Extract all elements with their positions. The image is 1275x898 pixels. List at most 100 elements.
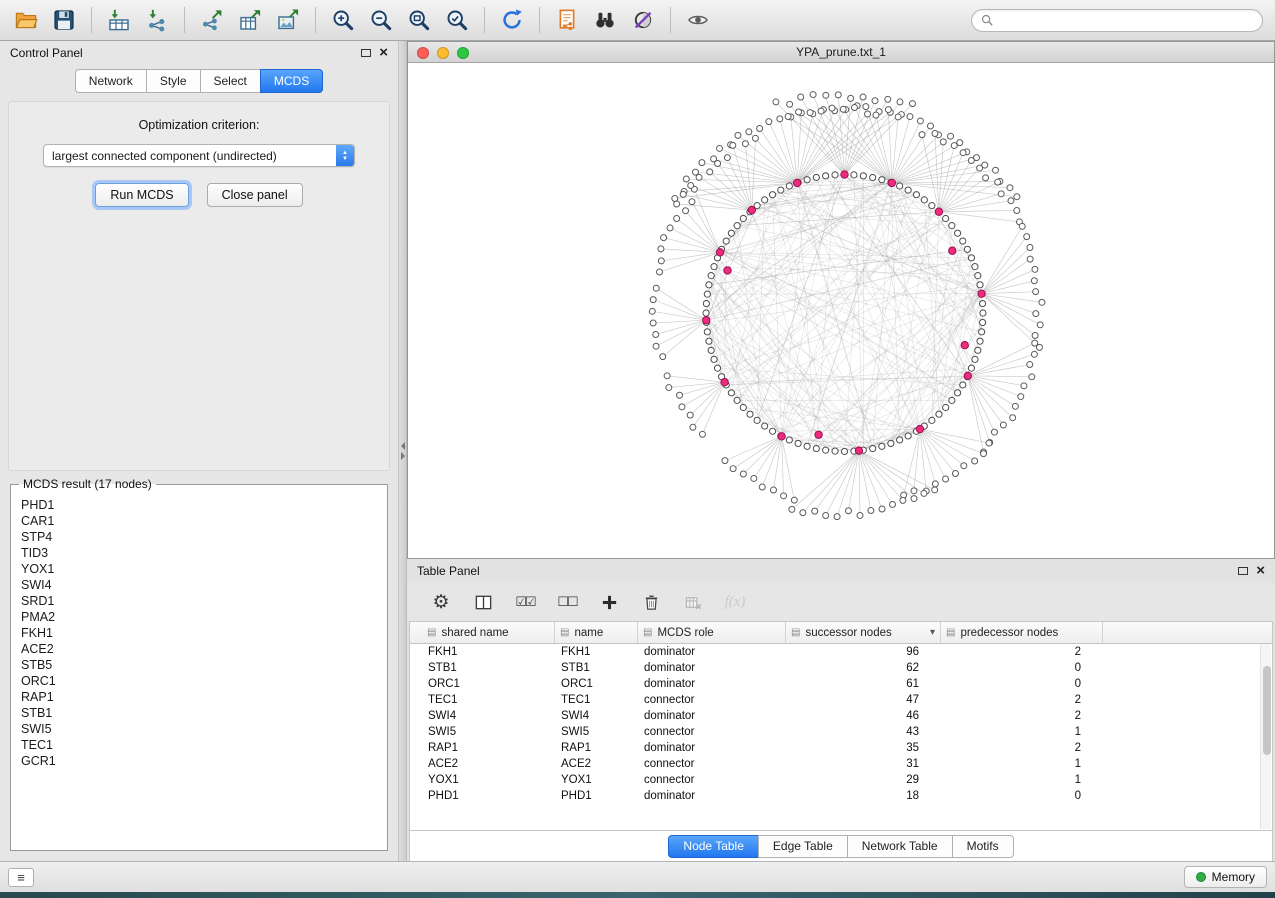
search-network-icon [593,8,617,32]
table-cell: 35 [786,742,941,754]
mcds-result-item[interactable]: STB5 [21,657,377,673]
window-close-icon[interactable] [417,47,429,59]
tab-select[interactable]: Select [200,69,261,93]
search-network-button[interactable] [587,4,623,36]
mcds-result-item[interactable]: ORC1 [21,673,377,689]
tab-network-table[interactable]: Network Table [847,835,953,858]
export-network-button[interactable] [194,4,230,36]
mcds-result-item[interactable]: TEC1 [21,737,377,753]
zoom-in-icon [331,8,355,32]
tab-node-table[interactable]: Node Table [668,835,759,858]
float-window-icon[interactable] [1238,567,1248,575]
tab-network[interactable]: Network [75,69,147,93]
table-row[interactable]: ACE2ACE2connector311 [422,756,1272,772]
tab-edge-table[interactable]: Edge Table [758,835,848,858]
export-image-button[interactable] [270,4,306,36]
table-cell: YOX1 [422,774,555,786]
column-attribute-icon: ▤ [946,627,955,638]
column-header-MCDS-role[interactable]: ▤MCDS role [638,622,786,643]
deselect-all-button[interactable]: ☐☐ [555,590,579,614]
table-row[interactable]: PHD1PHD1dominator180 [422,788,1272,804]
table-cell: 1 [941,758,1103,770]
status-menu-button[interactable]: ≡ [8,868,34,887]
mcds-result-item[interactable]: PHD1 [21,497,377,513]
mcds-result-item[interactable]: RAP1 [21,689,377,705]
export-table-button[interactable] [232,4,268,36]
search-box[interactable] [971,9,1263,32]
mcds-result-list[interactable]: PHD1CAR1STP4TID3YOX1SWI4SRD1PMA2FKH1ACE2… [13,493,385,773]
table-settings-button[interactable]: ⚙ [429,590,453,614]
zoom-selected-button[interactable] [439,4,475,36]
delete-table-button[interactable] [681,590,705,614]
window-maximize-icon[interactable] [457,47,469,59]
window-minimize-icon[interactable] [437,47,449,59]
table-scrollbar[interactable] [1260,644,1271,829]
hide-selected-button[interactable] [625,4,661,36]
mcds-result-item[interactable]: SWI5 [21,721,377,737]
mcds-result-item[interactable]: TID3 [21,545,377,561]
column-header-name[interactable]: ▤name [555,622,638,643]
table-panel-title: Table Panel [417,564,480,578]
zoom-fit-button[interactable] [401,4,437,36]
table-cell: 43 [786,726,941,738]
column-header-successor-nodes[interactable]: ▤successor nodes▾ [786,622,941,643]
run-mcds-button[interactable]: Run MCDS [95,183,188,207]
mcds-result-item[interactable]: STP4 [21,529,377,545]
select-all-button[interactable]: ☑☑ [513,590,537,614]
mcds-result-item[interactable]: SRD1 [21,593,377,609]
table-cell: dominator [638,678,786,690]
function-builder-button[interactable]: f(x) [723,590,747,614]
mcds-result-item[interactable]: STB1 [21,705,377,721]
optimization-criterion-dropdown[interactable]: largest connected component (undirected)… [43,144,355,167]
add-column-button[interactable] [597,590,621,614]
mcds-result-item[interactable]: YOX1 [21,561,377,577]
table-row[interactable]: STB1STB1dominator620 [422,660,1272,676]
mcds-result-item[interactable]: PMA2 [21,609,377,625]
tab-style[interactable]: Style [146,69,201,93]
mcds-result-item[interactable]: SWI4 [21,577,377,593]
mcds-result-item[interactable]: FKH1 [21,625,377,641]
network-canvas[interactable] [408,63,1274,558]
table-row[interactable]: RAP1RAP1dominator352 [422,740,1272,756]
panel-splitter[interactable] [399,41,407,861]
close-panel-button[interactable]: Close panel [207,183,303,207]
column-header-predecessor-nodes[interactable]: ▤predecessor nodes [941,622,1103,643]
collapse-left-icon[interactable] [401,442,405,450]
save-session-button[interactable] [46,4,82,36]
close-panel-icon[interactable]: × [1256,566,1265,576]
open-session-button[interactable] [8,4,44,36]
mcds-result-item[interactable]: ACE2 [21,641,377,657]
zoom-out-button[interactable] [363,4,399,36]
table-row[interactable]: SWI4SWI4dominator462 [422,708,1272,724]
mcds-result-item[interactable]: GCR1 [21,753,377,769]
mcds-result-item[interactable]: CAR1 [21,513,377,529]
memory-button[interactable]: Memory [1184,866,1267,888]
table-row[interactable]: FKH1FKH1dominator962 [422,644,1272,660]
sort-chevron-icon[interactable]: ▾ [930,627,935,638]
table-row[interactable]: TEC1TEC1connector472 [422,692,1272,708]
collapse-right-icon[interactable] [401,452,405,460]
float-window-icon[interactable] [361,49,371,57]
dropdown-stepper-icon[interactable]: ▲▼ [336,145,354,166]
network-canvas-svg[interactable] [408,63,1274,558]
table-row[interactable]: YOX1YOX1connector291 [422,772,1272,788]
network-window-titlebar[interactable]: YPA_prune.txt_1 [408,42,1274,63]
show-columns-button[interactable] [471,590,495,614]
clone-network-button[interactable] [549,4,585,36]
import-table-button[interactable] [101,4,137,36]
table-cell: TEC1 [422,694,555,706]
tab-mcds[interactable]: MCDS [260,69,323,93]
table-cell: SWI5 [555,726,638,738]
column-header-shared-name[interactable]: ▤shared name [422,622,555,643]
zoom-in-button[interactable] [325,4,361,36]
scrollbar-thumb[interactable] [1263,666,1271,755]
search-input[interactable] [999,13,1253,27]
delete-column-button[interactable] [639,590,663,614]
import-network-button[interactable] [139,4,175,36]
table-row[interactable]: SWI5SWI5connector431 [422,724,1272,740]
table-row[interactable]: ORC1ORC1dominator610 [422,676,1272,692]
tab-motifs[interactable]: Motifs [952,835,1014,858]
show-hidden-button[interactable] [680,4,716,36]
refresh-view-button[interactable] [494,4,530,36]
close-panel-icon[interactable]: × [379,48,388,58]
